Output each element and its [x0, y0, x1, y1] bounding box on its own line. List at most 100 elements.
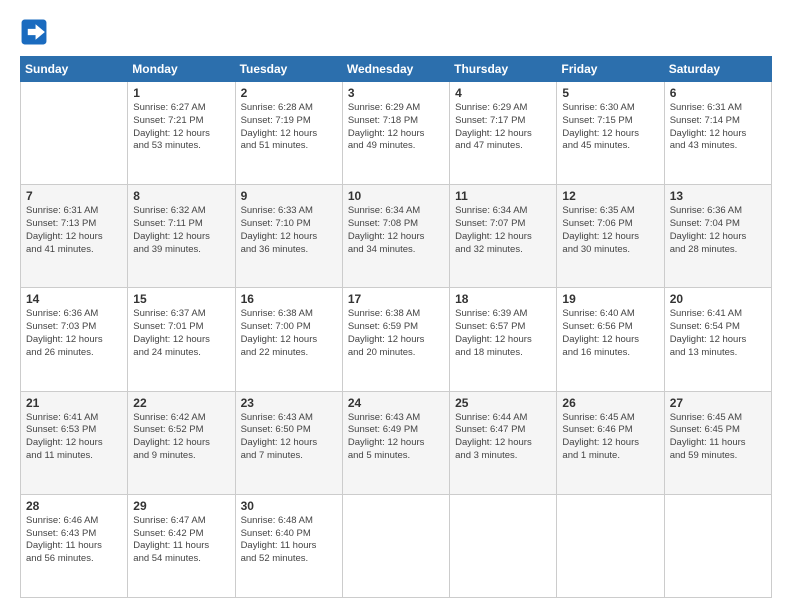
calendar-cell: 14 Sunrise: 6:36 AM Sunset: 7:03 PM Dayli…: [21, 288, 128, 391]
calendar-header-row: SundayMondayTuesdayWednesdayThursdayFrid…: [21, 57, 772, 82]
day-number: 21: [26, 396, 122, 410]
day-info: Sunrise: 6:29 AM Sunset: 7:17 PM Dayligh…: [455, 102, 551, 153]
calendar-cell: 28Sunrise: 6:46 AM Sunset: 6:43 PM Dayli…: [21, 494, 128, 597]
day-number: 3: [348, 86, 444, 100]
calendar-cell: 10 Sunrise: 6:34 AM Sunset: 7:08 PM Dayli…: [342, 185, 449, 288]
day-number: 14: [26, 292, 122, 306]
day-info: Sunrise: 6:45 AM Sunset: 6:46 PM Dayligh…: [562, 412, 658, 463]
calendar-cell: 1 Sunrise: 6:27 AM Sunset: 7:21 PM Daylig…: [128, 82, 235, 185]
day-number: 12: [562, 189, 658, 203]
day-info: Sunrise: 6:29 AM Sunset: 7:18 PM Dayligh…: [348, 102, 444, 153]
calendar-cell: 23 Sunrise: 6:43 AM Sunset: 6:50 PM Dayli…: [235, 391, 342, 494]
calendar-cell: 30 Sunrise: 6:48 AM Sunset: 6:40 PM Dayli…: [235, 494, 342, 597]
day-number: 10: [348, 189, 444, 203]
calendar-cell: [342, 494, 449, 597]
calendar-week-row: 7 Sunrise: 6:31 AM Sunset: 7:13 PM Daylig…: [21, 185, 772, 288]
day-number: 2: [241, 86, 337, 100]
day-info: Sunrise: 6:40 AM Sunset: 6:56 PM Dayligh…: [562, 308, 658, 359]
day-info: Sunrise: 6:38 AM Sunset: 7:00 PM Dayligh…: [241, 308, 337, 359]
calendar-cell: [664, 494, 771, 597]
calendar-cell: 24 Sunrise: 6:43 AM Sunset: 6:49 PM Dayli…: [342, 391, 449, 494]
logo-icon: [20, 18, 48, 46]
calendar-week-row: 14 Sunrise: 6:36 AM Sunset: 7:03 PM Dayli…: [21, 288, 772, 391]
day-number: 7: [26, 189, 122, 203]
day-info: Sunrise: 6:36 AM Sunset: 7:03 PM Dayligh…: [26, 308, 122, 359]
calendar-cell: 8 Sunrise: 6:32 AM Sunset: 7:11 PM Daylig…: [128, 185, 235, 288]
calendar-cell: 15 Sunrise: 6:37 AM Sunset: 7:01 PM Dayli…: [128, 288, 235, 391]
day-info: Sunrise: 6:28 AM Sunset: 7:19 PM Dayligh…: [241, 102, 337, 153]
day-info: Sunrise: 6:35 AM Sunset: 7:06 PM Dayligh…: [562, 205, 658, 256]
weekday-header: Thursday: [450, 57, 557, 82]
logo: [20, 18, 52, 46]
calendar-cell: 20Sunrise: 6:41 AM Sunset: 6:54 PM Dayli…: [664, 288, 771, 391]
calendar-cell: 2 Sunrise: 6:28 AM Sunset: 7:19 PM Daylig…: [235, 82, 342, 185]
weekday-header: Sunday: [21, 57, 128, 82]
day-info: Sunrise: 6:36 AM Sunset: 7:04 PM Dayligh…: [670, 205, 766, 256]
day-info: Sunrise: 6:27 AM Sunset: 7:21 PM Dayligh…: [133, 102, 229, 153]
day-number: 26: [562, 396, 658, 410]
day-number: 9: [241, 189, 337, 203]
day-number: 20: [670, 292, 766, 306]
day-number: 25: [455, 396, 551, 410]
calendar-cell: 5Sunrise: 6:30 AM Sunset: 7:15 PM Daylig…: [557, 82, 664, 185]
calendar-cell: 19 Sunrise: 6:40 AM Sunset: 6:56 PM Dayli…: [557, 288, 664, 391]
day-info: Sunrise: 6:38 AM Sunset: 6:59 PM Dayligh…: [348, 308, 444, 359]
calendar-cell: 16 Sunrise: 6:38 AM Sunset: 7:00 PM Dayli…: [235, 288, 342, 391]
day-info: Sunrise: 6:43 AM Sunset: 6:50 PM Dayligh…: [241, 412, 337, 463]
weekday-header: Friday: [557, 57, 664, 82]
page: SundayMondayTuesdayWednesdayThursdayFrid…: [0, 0, 792, 612]
day-number: 15: [133, 292, 229, 306]
day-number: 30: [241, 499, 337, 513]
day-number: 23: [241, 396, 337, 410]
day-number: 28: [26, 499, 122, 513]
header: [20, 18, 772, 46]
day-info: Sunrise: 6:39 AM Sunset: 6:57 PM Dayligh…: [455, 308, 551, 359]
day-info: Sunrise: 6:43 AM Sunset: 6:49 PM Dayligh…: [348, 412, 444, 463]
weekday-header: Tuesday: [235, 57, 342, 82]
day-number: 1: [133, 86, 229, 100]
calendar-cell: 21Sunrise: 6:41 AM Sunset: 6:53 PM Dayli…: [21, 391, 128, 494]
calendar-cell: [450, 494, 557, 597]
day-info: Sunrise: 6:30 AM Sunset: 7:15 PM Dayligh…: [562, 102, 658, 153]
calendar-cell: 11 Sunrise: 6:34 AM Sunset: 7:07 PM Dayli…: [450, 185, 557, 288]
calendar-cell: 4 Sunrise: 6:29 AM Sunset: 7:17 PM Daylig…: [450, 82, 557, 185]
day-number: 19: [562, 292, 658, 306]
weekday-header: Wednesday: [342, 57, 449, 82]
calendar-cell: [557, 494, 664, 597]
day-info: Sunrise: 6:47 AM Sunset: 6:42 PM Dayligh…: [133, 515, 229, 566]
day-info: Sunrise: 6:31 AM Sunset: 7:13 PM Dayligh…: [26, 205, 122, 256]
day-info: Sunrise: 6:31 AM Sunset: 7:14 PM Dayligh…: [670, 102, 766, 153]
day-info: Sunrise: 6:42 AM Sunset: 6:52 PM Dayligh…: [133, 412, 229, 463]
calendar-cell: 25 Sunrise: 6:44 AM Sunset: 6:47 PM Dayli…: [450, 391, 557, 494]
day-number: 17: [348, 292, 444, 306]
day-info: Sunrise: 6:34 AM Sunset: 7:07 PM Dayligh…: [455, 205, 551, 256]
calendar-cell: 27Sunrise: 6:45 AM Sunset: 6:45 PM Dayli…: [664, 391, 771, 494]
calendar-cell: 29 Sunrise: 6:47 AM Sunset: 6:42 PM Dayli…: [128, 494, 235, 597]
day-info: Sunrise: 6:48 AM Sunset: 6:40 PM Dayligh…: [241, 515, 337, 566]
day-number: 4: [455, 86, 551, 100]
calendar-cell: 26 Sunrise: 6:45 AM Sunset: 6:46 PM Dayli…: [557, 391, 664, 494]
day-number: 8: [133, 189, 229, 203]
calendar-cell: 22 Sunrise: 6:42 AM Sunset: 6:52 PM Dayli…: [128, 391, 235, 494]
day-number: 24: [348, 396, 444, 410]
calendar-cell: 12 Sunrise: 6:35 AM Sunset: 7:06 PM Dayli…: [557, 185, 664, 288]
day-info: Sunrise: 6:33 AM Sunset: 7:10 PM Dayligh…: [241, 205, 337, 256]
day-number: 18: [455, 292, 551, 306]
calendar-cell: [21, 82, 128, 185]
day-number: 29: [133, 499, 229, 513]
day-number: 6: [670, 86, 766, 100]
calendar-cell: 18 Sunrise: 6:39 AM Sunset: 6:57 PM Dayli…: [450, 288, 557, 391]
day-info: Sunrise: 6:37 AM Sunset: 7:01 PM Dayligh…: [133, 308, 229, 359]
calendar-cell: 3 Sunrise: 6:29 AM Sunset: 7:18 PM Daylig…: [342, 82, 449, 185]
calendar-cell: 6 Sunrise: 6:31 AM Sunset: 7:14 PM Daylig…: [664, 82, 771, 185]
day-number: 11: [455, 189, 551, 203]
day-number: 22: [133, 396, 229, 410]
day-info: Sunrise: 6:32 AM Sunset: 7:11 PM Dayligh…: [133, 205, 229, 256]
day-number: 13: [670, 189, 766, 203]
day-number: 16: [241, 292, 337, 306]
weekday-header: Monday: [128, 57, 235, 82]
day-info: Sunrise: 6:44 AM Sunset: 6:47 PM Dayligh…: [455, 412, 551, 463]
day-info: Sunrise: 6:45 AM Sunset: 6:45 PM Dayligh…: [670, 412, 766, 463]
calendar-week-row: 21Sunrise: 6:41 AM Sunset: 6:53 PM Dayli…: [21, 391, 772, 494]
day-info: Sunrise: 6:34 AM Sunset: 7:08 PM Dayligh…: [348, 205, 444, 256]
